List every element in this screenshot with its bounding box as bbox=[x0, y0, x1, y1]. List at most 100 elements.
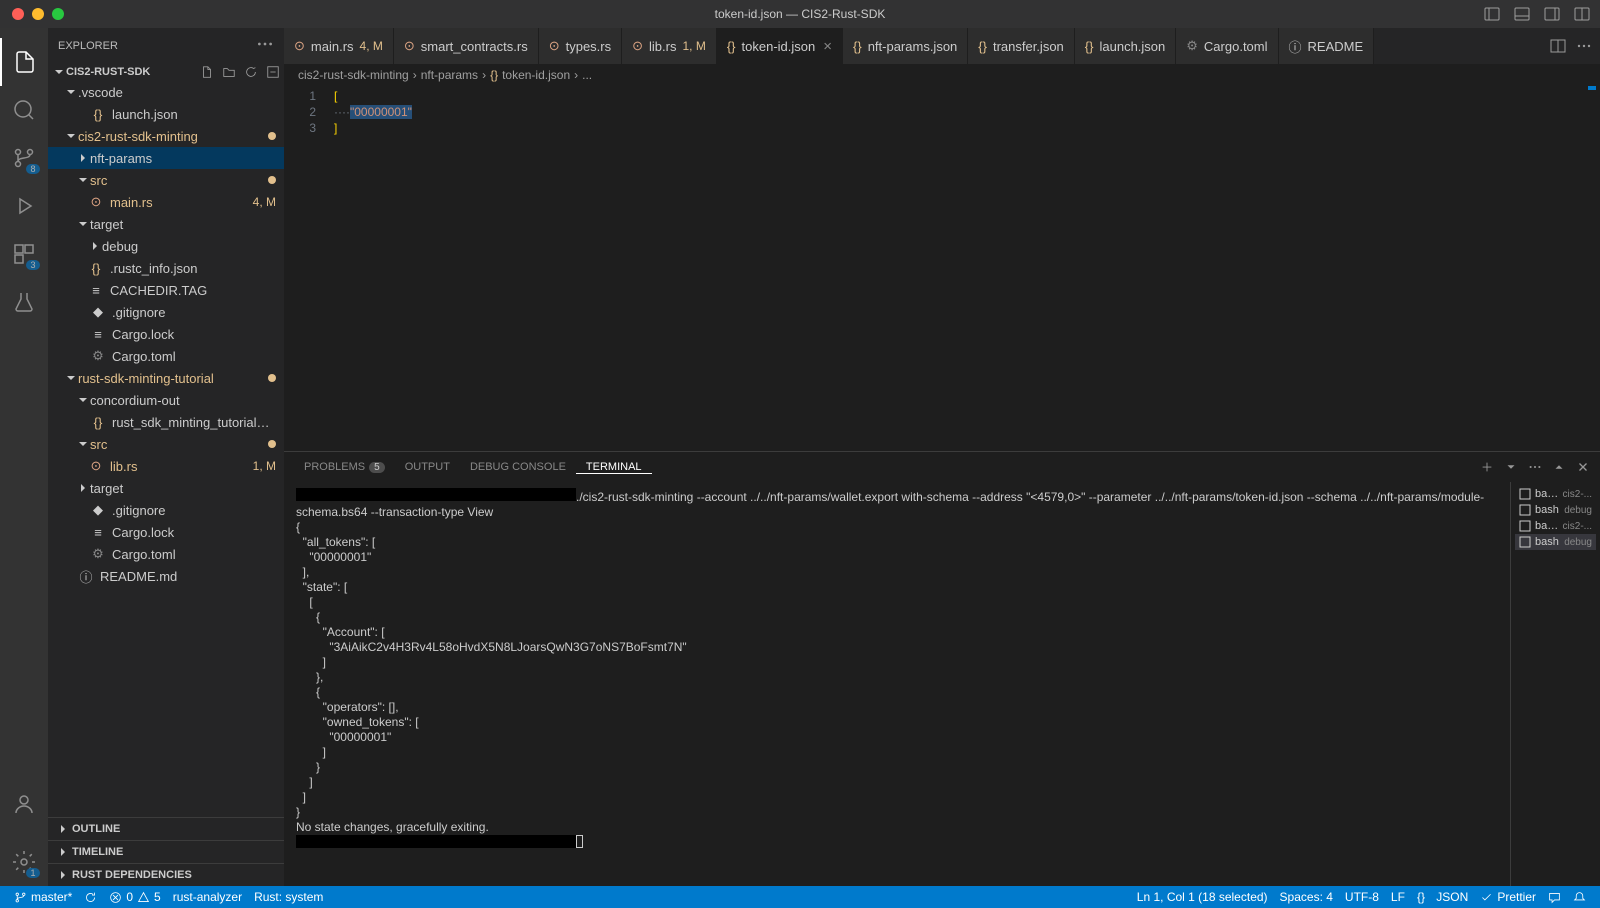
status-problems[interactable]: 05 bbox=[103, 890, 166, 904]
status-analyzer[interactable]: rust-analyzer bbox=[167, 890, 248, 904]
chevron-down-icon bbox=[66, 131, 76, 141]
tree-folder-minting[interactable]: cis2-rust-sdk-minting bbox=[48, 125, 284, 147]
testing-activity[interactable] bbox=[0, 278, 48, 326]
tab-types[interactable]: ⊙types.rs bbox=[539, 28, 622, 64]
terminal-output[interactable]: ./cis2-rust-sdk-minting --account ../../… bbox=[284, 482, 1510, 886]
split-icon[interactable] bbox=[1550, 38, 1566, 54]
tree-file-librs[interactable]: ⊙lib.rs1, M bbox=[48, 455, 284, 477]
status-spaces[interactable]: Spaces: 4 bbox=[1274, 890, 1339, 904]
tree-folder-target2[interactable]: target bbox=[48, 477, 284, 499]
tree-file-cargolock2[interactable]: ≡Cargo.lock bbox=[48, 521, 284, 543]
tab-mainrs[interactable]: ⊙main.rs4, M bbox=[284, 28, 394, 64]
new-terminal-icon[interactable] bbox=[1480, 460, 1494, 474]
panel-tab-output[interactable]: OUTPUT bbox=[395, 461, 460, 473]
tab-librs[interactable]: ⊙lib.rs1, M bbox=[622, 28, 717, 64]
breadcrumbs[interactable]: cis2-rust-sdk-minting› nft-params› {}tok… bbox=[284, 64, 1600, 86]
minimize-window-button[interactable] bbox=[32, 8, 44, 20]
tree-file-rustc[interactable]: {}.rustc_info.json bbox=[48, 257, 284, 279]
tree-folder-nftparams[interactable]: nft-params bbox=[48, 147, 284, 169]
account-activity[interactable] bbox=[0, 780, 48, 828]
tree-file-cargotoml2[interactable]: ⚙Cargo.toml bbox=[48, 543, 284, 565]
panel-right-icon[interactable] bbox=[1544, 6, 1560, 22]
panel-left-icon[interactable] bbox=[1484, 6, 1500, 22]
status-position[interactable]: Ln 1, Col 1 (18 selected) bbox=[1131, 890, 1274, 904]
status-eol[interactable]: LF bbox=[1385, 890, 1411, 904]
more-icon[interactable] bbox=[1528, 460, 1542, 474]
project-header[interactable]: CIS2-RUST-SDK bbox=[48, 63, 284, 81]
status-bell[interactable] bbox=[1567, 890, 1592, 904]
cursor bbox=[576, 835, 583, 848]
terminal-icon bbox=[1519, 488, 1531, 500]
panel-tab-problems[interactable]: PROBLEMS5 bbox=[294, 461, 395, 473]
tab-transfer[interactable]: {}transfer.json bbox=[968, 28, 1075, 64]
extensions-activity[interactable]: 3 bbox=[0, 230, 48, 278]
term-session-0[interactable]: bashcis2-... bbox=[1515, 486, 1596, 502]
tree-file-gitignore[interactable]: ◆.gitignore bbox=[48, 301, 284, 323]
status-feedback[interactable] bbox=[1542, 890, 1567, 904]
git-activity[interactable]: 8 bbox=[0, 134, 48, 182]
status-prettier[interactable]: Prettier bbox=[1474, 890, 1542, 904]
close-window-button[interactable] bbox=[12, 8, 24, 20]
tree-file-schema[interactable]: {}rust_sdk_minting_tutorial_schema.json bbox=[48, 411, 284, 433]
search-activity[interactable] bbox=[0, 86, 48, 134]
tree-folder-target[interactable]: target bbox=[48, 213, 284, 235]
file-tree: .vscode {}launch.json cis2-rust-sdk-mint… bbox=[48, 81, 284, 817]
tree-file-launch[interactable]: {}launch.json bbox=[48, 103, 284, 125]
status-sync[interactable] bbox=[78, 891, 103, 904]
explorer-activity[interactable] bbox=[0, 38, 48, 86]
tree-file-gitignore2[interactable]: ◆.gitignore bbox=[48, 499, 284, 521]
tab-cargotoml[interactable]: ⚙Cargo.toml bbox=[1176, 28, 1278, 64]
close-icon[interactable]: × bbox=[823, 38, 832, 55]
close-icon[interactable] bbox=[1576, 460, 1590, 474]
collapse-icon[interactable] bbox=[266, 65, 280, 79]
tab-readme[interactable]: ⓘREADME bbox=[1279, 28, 1375, 64]
new-folder-icon[interactable] bbox=[222, 65, 236, 79]
tree-folder-debug[interactable]: debug bbox=[48, 235, 284, 257]
editor-area: ⊙main.rs4, M ⊙smart_contracts.rs ⊙types.… bbox=[284, 28, 1600, 886]
tree-file-cachedir[interactable]: ≡CACHEDIR.TAG bbox=[48, 279, 284, 301]
tree-folder-src2[interactable]: src bbox=[48, 433, 284, 455]
more-icon[interactable] bbox=[1576, 38, 1592, 54]
tree-folder-tutorial[interactable]: rust-sdk-minting-tutorial bbox=[48, 367, 284, 389]
section-rust-deps[interactable]: RUST DEPENDENCIES bbox=[48, 863, 284, 886]
panel-bottom-icon[interactable] bbox=[1514, 6, 1530, 22]
tab-nftparams[interactable]: {}nft-params.json bbox=[843, 28, 968, 64]
refresh-icon[interactable] bbox=[244, 65, 258, 79]
warning-icon bbox=[137, 891, 150, 904]
settings-activity[interactable]: 1 bbox=[0, 838, 48, 886]
tab-smartcontracts[interactable]: ⊙smart_contracts.rs bbox=[394, 28, 539, 64]
status-encoding[interactable]: UTF-8 bbox=[1339, 890, 1385, 904]
panel-tab-debug[interactable]: DEBUG CONSOLE bbox=[460, 461, 576, 473]
term-session-3[interactable]: bashdebug bbox=[1515, 534, 1596, 550]
tree-file-readme[interactable]: ⓘREADME.md bbox=[48, 565, 284, 587]
status-branch[interactable]: master* bbox=[8, 890, 78, 904]
debug-activity[interactable] bbox=[0, 182, 48, 230]
layout-icon[interactable] bbox=[1574, 6, 1590, 22]
tree-folder-concordium[interactable]: concordium-out bbox=[48, 389, 284, 411]
tab-tokenid[interactable]: {}token-id.json× bbox=[717, 28, 843, 64]
tab-launch[interactable]: {}launch.json bbox=[1075, 28, 1176, 64]
chevron-down-icon[interactable] bbox=[1504, 460, 1518, 474]
check-icon bbox=[1480, 891, 1493, 904]
maximize-icon[interactable] bbox=[1552, 460, 1566, 474]
section-timeline[interactable]: TIMELINE bbox=[48, 840, 284, 863]
section-outline[interactable]: OUTLINE bbox=[48, 817, 284, 840]
tree-folder-vscode[interactable]: .vscode bbox=[48, 81, 284, 103]
maximize-window-button[interactable] bbox=[52, 8, 64, 20]
new-file-icon[interactable] bbox=[200, 65, 214, 79]
traffic-lights bbox=[0, 8, 64, 20]
panel-tab-terminal[interactable]: TERMINAL bbox=[576, 461, 652, 474]
minimap[interactable] bbox=[1540, 86, 1600, 451]
sidebar-more-button[interactable] bbox=[256, 35, 274, 56]
tree-folder-src[interactable]: src bbox=[48, 169, 284, 191]
status-rust[interactable]: Rust: system bbox=[248, 890, 329, 904]
tree-file-cargolock[interactable]: ≡Cargo.lock bbox=[48, 323, 284, 345]
status-lang[interactable]: {} JSON bbox=[1411, 890, 1474, 904]
code-editor[interactable]: 1 2 3 [ ····"00000001" ] bbox=[284, 86, 1600, 451]
tree-file-cargotoml[interactable]: ⚙Cargo.toml bbox=[48, 345, 284, 367]
feedback-icon bbox=[1548, 891, 1561, 904]
term-session-2[interactable]: bashcis2-... bbox=[1515, 518, 1596, 534]
term-session-1[interactable]: bashdebug bbox=[1515, 502, 1596, 518]
tree-file-mainrs[interactable]: ⊙main.rs4, M bbox=[48, 191, 284, 213]
terminal-sessions: bashcis2-... bashdebug bashcis2-... bash… bbox=[1510, 482, 1600, 886]
